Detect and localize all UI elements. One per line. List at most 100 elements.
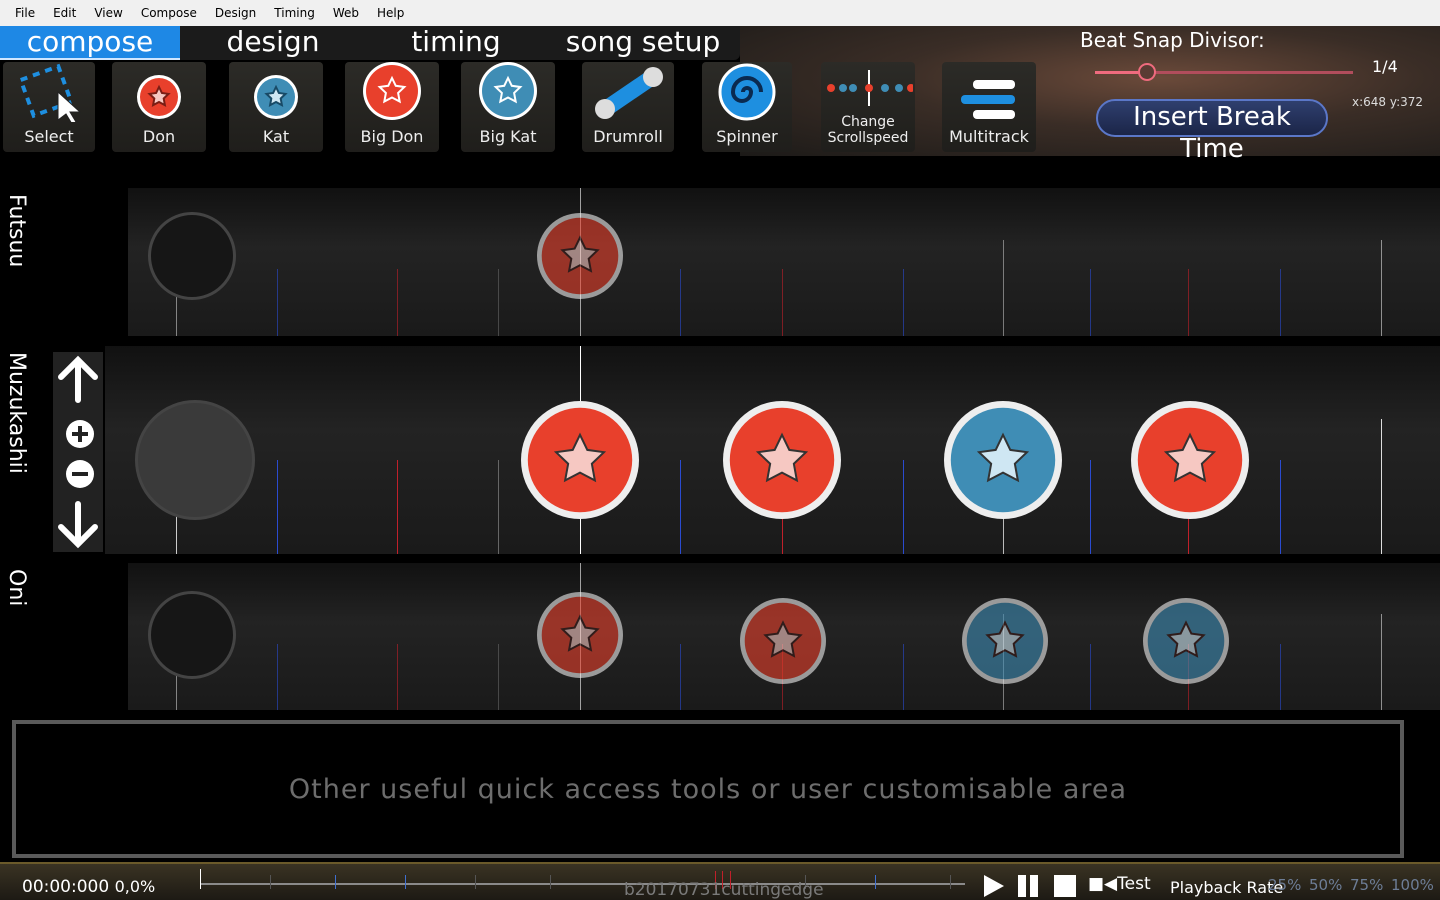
test-button[interactable]: ■◀Test — [1088, 874, 1151, 894]
beat-line — [903, 269, 904, 336]
hit-target-circle — [148, 212, 236, 300]
menu-timing[interactable]: Timing — [265, 6, 324, 20]
tool-label: Drumroll — [593, 127, 663, 146]
insert-break-time-button[interactable]: Insert Break Time — [1096, 99, 1328, 164]
timeline-tick — [550, 875, 551, 889]
hit-target-circle — [148, 590, 236, 679]
menu-help[interactable]: Help — [368, 6, 413, 20]
lane-muzukashii[interactable] — [105, 346, 1440, 554]
beat-line — [277, 269, 278, 336]
tab-timing[interactable]: timing — [366, 26, 546, 60]
beat-line — [498, 643, 499, 710]
tool-label: Select — [24, 127, 74, 146]
play-icon[interactable] — [984, 875, 1004, 897]
note-don[interactable] — [520, 400, 640, 520]
big-kat-icon — [477, 60, 539, 122]
tool-label: Multitrack — [949, 127, 1029, 146]
kat-icon — [251, 72, 301, 122]
playback-rate-100[interactable]: 100% — [1391, 876, 1434, 894]
playback-rate-50[interactable]: 50% — [1309, 876, 1342, 894]
slider-thumb[interactable] — [1137, 63, 1156, 81]
lane-futsuu[interactable] — [128, 188, 1440, 336]
beat-line — [782, 269, 783, 336]
pause-icon[interactable] — [1018, 875, 1038, 897]
timeline-bar: 00:00:000 0,0% b20170731cuttingedge ■◀Te… — [0, 862, 1440, 900]
version-label: b20170731cuttingedge — [624, 880, 824, 900]
cursor-coords: x:648 y:372 — [1352, 95, 1424, 109]
menu-web[interactable]: Web — [324, 6, 368, 20]
big-don-icon — [361, 60, 423, 122]
camera-icon: ■◀ — [1088, 874, 1118, 894]
beat-snap-label: Beat Snap Divisor: — [1080, 28, 1265, 52]
beat-line — [1280, 643, 1281, 710]
tool-label: Big Don — [360, 127, 424, 146]
beat-line — [277, 643, 278, 710]
playback-rate-label: Playback Rate — [1170, 878, 1284, 897]
menu-view[interactable]: View — [85, 6, 131, 20]
beat-line — [680, 269, 681, 336]
beat-snap-slider[interactable] — [1095, 63, 1353, 81]
tool-change-scrollspeed[interactable]: Change Scrollspeed — [821, 62, 915, 152]
beat-line — [1280, 269, 1281, 336]
note-kat[interactable] — [961, 597, 1049, 685]
note-kat[interactable] — [943, 400, 1063, 520]
beat-line — [397, 460, 398, 554]
beat-line — [680, 643, 681, 710]
note-don[interactable] — [739, 597, 827, 685]
arrow-down-icon[interactable] — [58, 501, 98, 549]
tool-label: Kat — [262, 127, 290, 146]
stop-icon[interactable] — [1054, 875, 1076, 897]
beat-line — [498, 460, 499, 554]
beat-line — [397, 269, 398, 336]
lane-oni[interactable] — [128, 563, 1440, 710]
menu-edit[interactable]: Edit — [44, 6, 85, 20]
beat-line — [277, 460, 278, 554]
tab-song-setup[interactable]: song setup — [546, 26, 740, 60]
drumroll-icon — [593, 62, 663, 122]
menu-design[interactable]: Design — [206, 6, 265, 20]
timeline-tick — [335, 875, 336, 889]
tool-kat[interactable]: Kat — [229, 62, 323, 152]
note-don[interactable] — [722, 400, 842, 520]
beat-line — [1381, 239, 1382, 336]
zoom-out-icon[interactable] — [66, 460, 94, 488]
beat-line — [1381, 418, 1382, 554]
tool-label: Spinner — [716, 127, 778, 146]
tool-select[interactable]: Select — [3, 62, 95, 152]
menu-compose[interactable]: Compose — [132, 6, 206, 20]
timeline-tick — [475, 875, 476, 889]
tool-multitrack[interactable]: Multitrack — [942, 62, 1036, 152]
timeline-tick — [200, 869, 201, 889]
tab-design[interactable]: design — [180, 26, 366, 60]
tool-label: Change Scrollspeed — [827, 114, 909, 146]
tool-big-kat[interactable]: Big Kat — [461, 62, 555, 152]
note-don[interactable] — [536, 591, 624, 679]
beat-line — [397, 643, 398, 710]
timeline-tick — [875, 875, 876, 889]
playback-rate-25[interactable]: 25% — [1268, 876, 1301, 894]
beat-line — [903, 643, 904, 710]
hit-target-circle — [135, 400, 255, 520]
menu-bar: File Edit View Compose Design Timing Web Help — [0, 0, 1440, 26]
beat-line — [903, 460, 904, 554]
beat-line — [1280, 460, 1281, 554]
custom-tools-text: Other useful quick access tools or user … — [288, 773, 1128, 805]
zoom-in-icon[interactable] — [66, 420, 94, 448]
note-don[interactable] — [536, 212, 624, 300]
playback-rate-75[interactable]: 75% — [1350, 876, 1383, 894]
timeline-scrubber[interactable] — [200, 869, 965, 889]
beat-line — [498, 269, 499, 336]
note-don[interactable] — [1130, 400, 1250, 520]
arrow-up-icon[interactable] — [58, 355, 98, 403]
menu-file[interactable]: File — [6, 6, 44, 20]
tool-big-don[interactable]: Big Don — [345, 62, 439, 152]
tool-label: Big Kat — [479, 127, 537, 146]
tab-compose[interactable]: compose — [0, 26, 180, 60]
select-icon — [14, 62, 84, 122]
tool-drumroll[interactable]: Drumroll — [582, 62, 674, 152]
note-kat[interactable] — [1142, 597, 1230, 685]
tool-don[interactable]: Don — [112, 62, 206, 152]
beat-line — [680, 460, 681, 554]
beat-line — [1090, 460, 1091, 554]
tool-spinner[interactable]: Spinner — [702, 62, 792, 152]
